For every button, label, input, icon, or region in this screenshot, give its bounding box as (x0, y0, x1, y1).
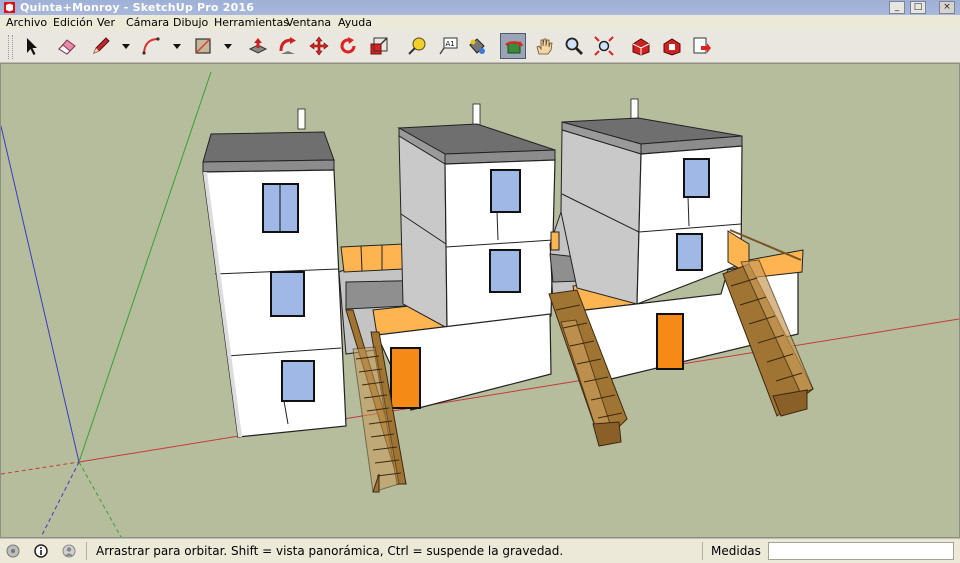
house-block-2 (376, 103, 556, 411)
minimize-button[interactable]: _ (889, 1, 905, 14)
line-tool-button[interactable] (88, 33, 114, 59)
menu-bar: Archivo Edición Ver Cámara Dibujo Herram… (0, 15, 960, 30)
toolbar-grip[interactable] (8, 35, 13, 59)
house-block-1 (202, 108, 347, 438)
menu-edicion[interactable]: Edición (53, 15, 93, 30)
send-to-layout-icon (693, 37, 711, 54)
scale-icon (370, 37, 388, 55)
status-separator (702, 542, 703, 560)
scale-tool-button[interactable] (366, 33, 392, 59)
rotate-icon (340, 37, 356, 54)
model-viewport[interactable] (0, 63, 960, 538)
select-arrow-icon (27, 38, 37, 55)
zoom-extents-tool-button[interactable] (591, 33, 617, 59)
minimize-icon: _ (894, 2, 900, 12)
menu-dibujo[interactable]: Dibujo (173, 15, 208, 30)
rotate-tool-button[interactable] (335, 33, 361, 59)
zoom-extents-icon (594, 36, 614, 56)
orbit-tool-button[interactable] (500, 33, 526, 59)
extension-warehouse-button[interactable] (659, 33, 685, 59)
arc-dropdown-icon[interactable] (172, 41, 182, 51)
close-icon: × (943, 2, 951, 12)
pan-tool-button[interactable] (531, 33, 557, 59)
move-icon (309, 36, 329, 56)
info-icon[interactable] (34, 544, 48, 558)
eraser-tool-button[interactable] (54, 33, 80, 59)
model-scene (1, 71, 959, 537)
menu-ver[interactable]: Ver (97, 15, 115, 30)
menu-archivo[interactable]: Archivo (6, 15, 47, 30)
window-title: Quinta+Monroy - SketchUp Pro 2016 (20, 1, 255, 14)
eraser-icon (58, 39, 76, 55)
status-bar: Arrastrar para orbitar. Shift = vista pa… (0, 538, 960, 563)
geo-location-icon[interactable] (6, 544, 20, 558)
push-pull-icon (248, 38, 268, 54)
paint-bucket-icon (469, 38, 485, 54)
menu-ayuda[interactable]: Ayuda (338, 15, 372, 30)
menu-herramientas[interactable]: Herramientas (214, 15, 289, 30)
tape-measure-icon (408, 37, 426, 55)
offset-tool-button[interactable] (275, 33, 301, 59)
line-dropdown-icon[interactable] (121, 41, 131, 51)
tape-measure-tool-button[interactable] (404, 33, 430, 59)
title-bar: Quinta+Monroy - SketchUp Pro 2016 _ □ × (0, 0, 960, 16)
close-button[interactable]: × (939, 1, 955, 14)
green-axis-negative (78, 461, 122, 537)
warehouse-icon (632, 38, 650, 56)
arc-tool-button[interactable] (138, 33, 164, 59)
text-tool-button[interactable]: A1 (435, 33, 461, 59)
push-pull-tool-button[interactable] (245, 33, 271, 59)
orbit-icon (505, 41, 523, 54)
green-axis (78, 71, 212, 463)
extension-warehouse-icon (663, 38, 681, 56)
rectangle-dropdown-icon[interactable] (223, 41, 233, 51)
send-to-layout-button[interactable] (689, 33, 715, 59)
zoom-tool-button[interactable] (561, 33, 587, 59)
red-axis-negative (1, 461, 80, 475)
offset-icon (279, 37, 296, 54)
maximize-button[interactable]: □ (910, 1, 926, 14)
pencil-icon (93, 37, 110, 54)
3d-warehouse-button[interactable] (628, 33, 654, 59)
text-icon: A1 (439, 37, 458, 55)
arc-icon (142, 37, 160, 55)
text-tool-label: A1 (446, 40, 455, 48)
blue-axis (1, 125, 80, 463)
select-tool-button[interactable] (18, 33, 44, 59)
main-toolbar: A1 (0, 30, 960, 63)
user-icon[interactable] (62, 544, 76, 558)
menu-ventana[interactable]: Ventana (286, 15, 331, 30)
menu-camara[interactable]: Cámara (126, 15, 169, 30)
status-separator (86, 542, 87, 560)
zoom-icon (565, 37, 583, 55)
measurements-input[interactable] (768, 542, 954, 560)
paint-bucket-tool-button[interactable] (464, 33, 490, 59)
measurements-label: Medidas (711, 544, 761, 558)
sketchup-logo-icon (4, 2, 15, 13)
rectangle-tool-button[interactable] (190, 33, 216, 59)
move-tool-button[interactable] (306, 33, 332, 59)
status-message: Arrastrar para orbitar. Shift = vista pa… (96, 544, 564, 558)
pan-hand-icon (536, 38, 553, 55)
rectangle-icon (195, 38, 211, 54)
maximize-icon: □ (913, 2, 923, 12)
blue-axis-negative (40, 461, 80, 537)
